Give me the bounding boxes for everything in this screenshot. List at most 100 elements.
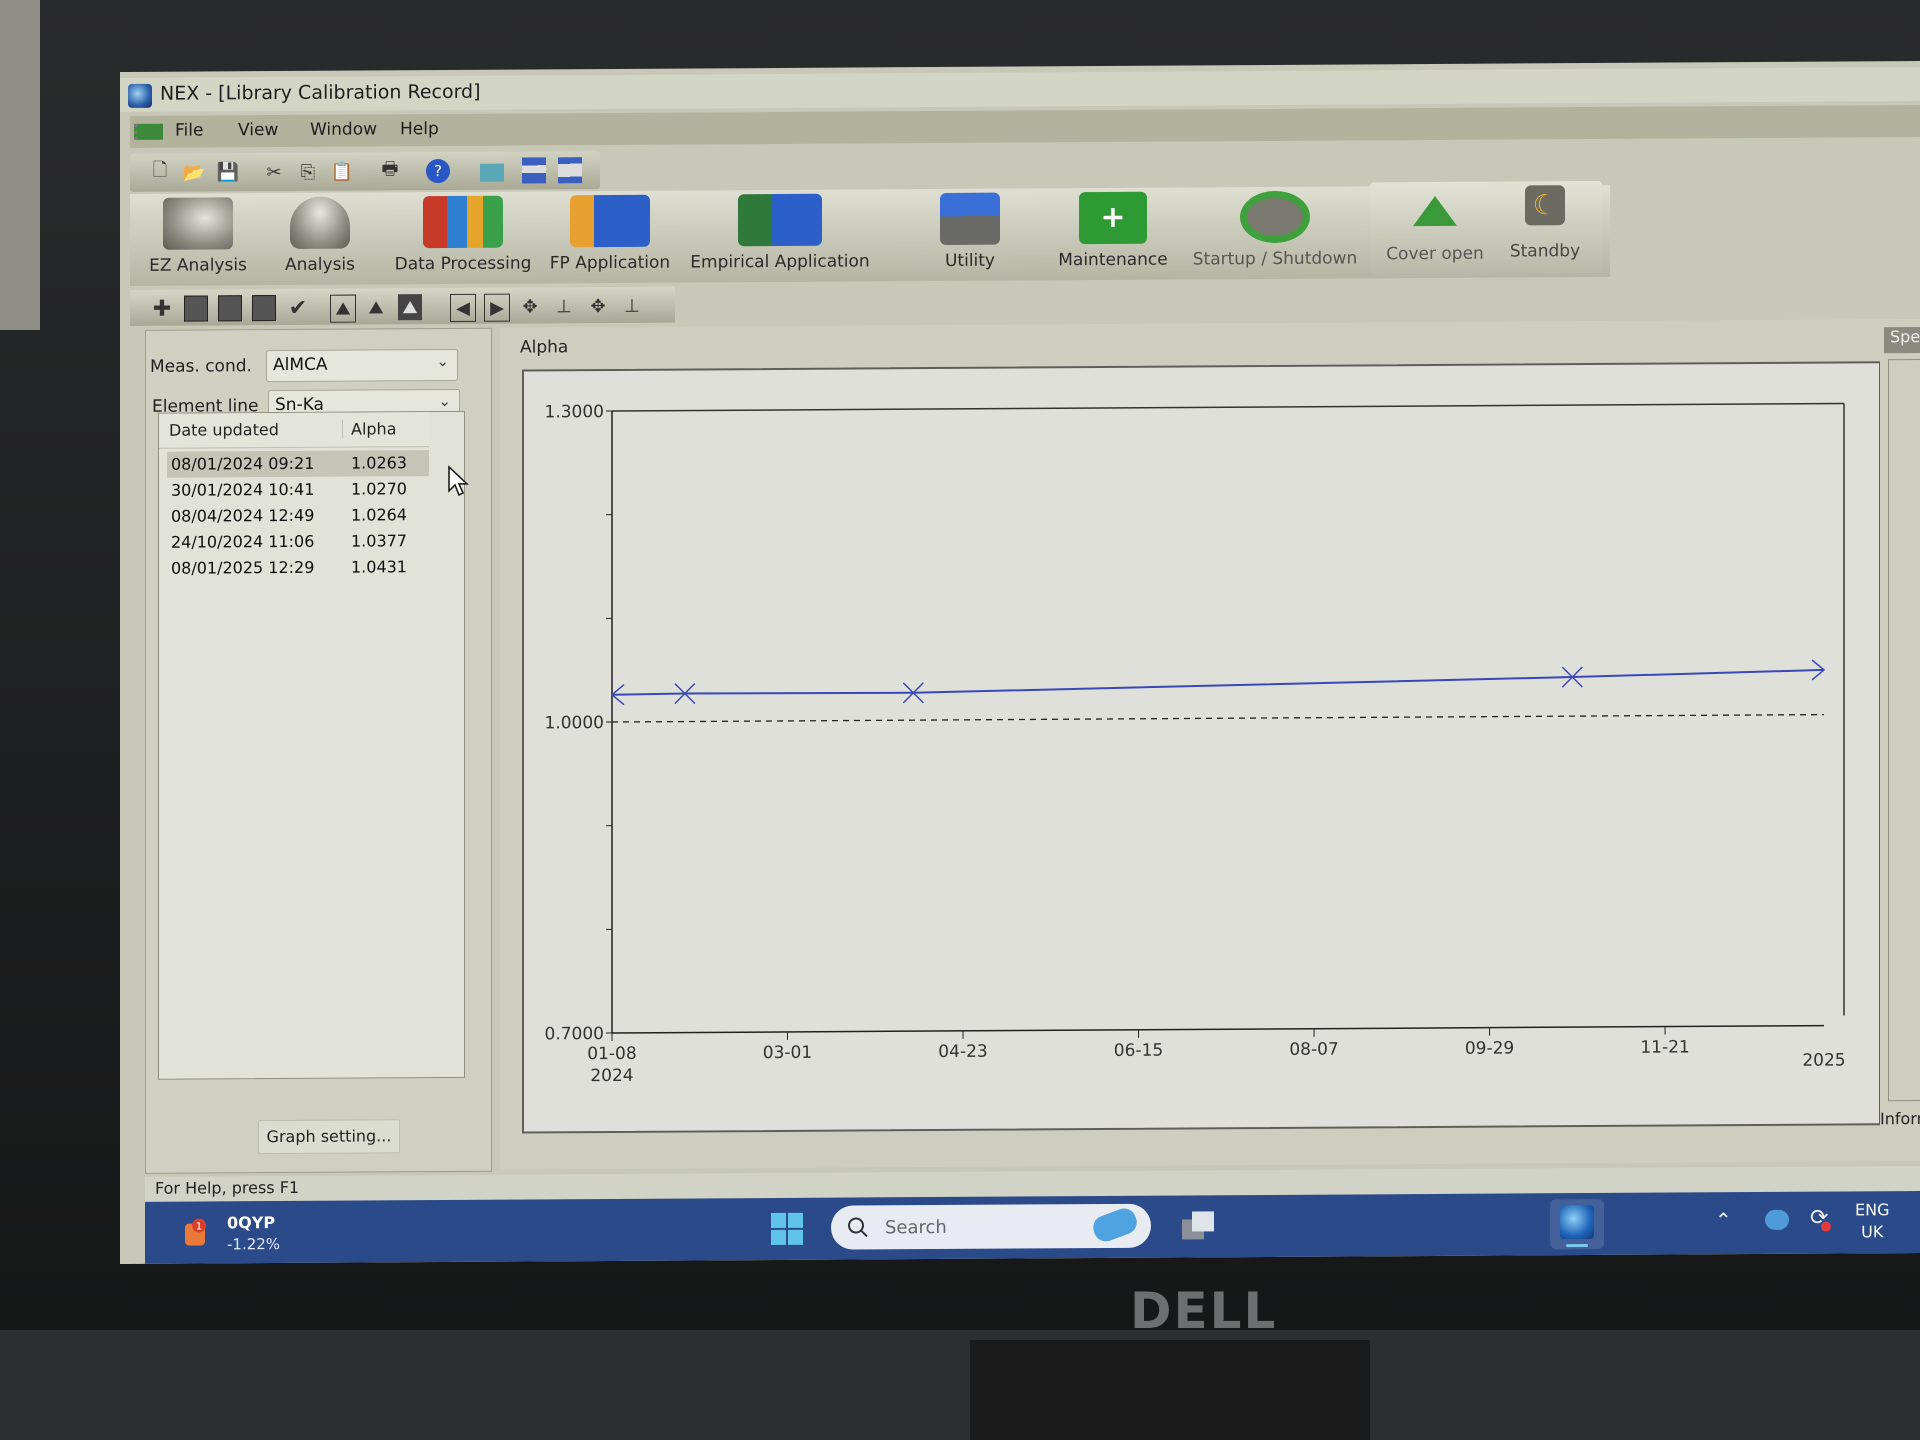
plot-top-border (612, 402, 1844, 412)
show-hidden-icons-chevron-icon[interactable]: ⌃ (1715, 1208, 1732, 1232)
move-down-icon[interactable]: ⊥ (552, 293, 576, 319)
taskbar-search-input[interactable]: Search (831, 1203, 1151, 1250)
maintenance-icon: + (1079, 191, 1147, 245)
meas-cond-label: Meas. cond. (150, 356, 252, 377)
status-text: For Help, press F1 (155, 1177, 300, 1198)
move-center-icon[interactable]: ✥ (586, 293, 610, 319)
cover-open-button[interactable]: Cover open (1380, 186, 1490, 273)
standard-toolbar: 🗋 📂 💾 ✂ ⎘ 📋 🖶 ? (130, 151, 600, 192)
menu-help[interactable]: Help (400, 119, 439, 139)
cascade-icon[interactable] (522, 157, 546, 184)
range-icon[interactable] (184, 295, 208, 322)
add-icon[interactable]: ✚ (150, 296, 174, 322)
table-header: Date updated Alpha (159, 412, 429, 449)
x-tick-label: 04-23 (938, 1042, 987, 1062)
peak-icon[interactable]: ⛰ (330, 294, 356, 323)
sync-error-badge (1821, 1221, 1831, 1232)
calibration-record-table[interactable]: Date updated Alpha 08/01/2024 09:21 1.02… (158, 410, 465, 1080)
save-icon[interactable]: 💾 (216, 159, 240, 185)
maintenance-button[interactable]: + Maintenance (1048, 191, 1178, 279)
table-row[interactable]: 24/10/2024 11:06 1.0377 (167, 528, 429, 556)
monitor-brand-logo: DELL (1130, 1282, 1278, 1340)
stock-symbol: 0QYP (227, 1213, 276, 1233)
move-left-icon[interactable]: ✥ (518, 293, 542, 319)
startup-shutdown-button[interactable]: Startup / Shutdown (1190, 190, 1360, 277)
information-label: Inform (1880, 1108, 1920, 1129)
utility-button[interactable]: Utility (920, 192, 1020, 280)
fp-application-button[interactable]: FP Application (545, 194, 675, 282)
graph-toolbar: ✚ ✔ ⛰ ⛰ ⛰ ◀ ▶ ✥ ⊥ ✥ ⊥ (130, 286, 675, 326)
record-list-panel: Meas. cond. AlMCA ⌄ Element line Sn-Ka ⌄… (145, 327, 492, 1174)
onedrive-icon[interactable] (1765, 1209, 1789, 1230)
x-tick-label: 09-29 (1465, 1038, 1514, 1058)
next-icon[interactable]: ▶ (484, 293, 510, 322)
background-wall (0, 0, 40, 330)
table-row[interactable]: 08/04/2024 12:49 1.0264 (167, 502, 429, 530)
mdi-child-icon[interactable] (134, 123, 163, 140)
instrument-toolbar: Cover open ☾ Standby (1370, 180, 1602, 275)
spectrum-panel: Spe Inform (1880, 318, 1920, 1162)
chart-area[interactable]: 1.3000 1.0000 0.7000 01-08 2024 03-01 04-23 06-… (522, 361, 1881, 1134)
meas-cond-select[interactable]: AlMCA ⌄ (266, 348, 458, 383)
x-tick-label: 03-01 (763, 1043, 812, 1063)
eject-icon (1413, 195, 1457, 227)
column-header-date[interactable]: Date updated (169, 420, 279, 440)
chart-title: Alpha (520, 337, 569, 358)
desk (0, 1330, 1920, 1440)
x-tick-label: 11-21 (1640, 1037, 1689, 1057)
menu-file[interactable]: File (175, 120, 203, 140)
help-icon[interactable]: ? (426, 158, 450, 184)
empirical-application-icon (738, 193, 822, 247)
series-line (611, 668, 1825, 696)
stock-change: -1.22% (227, 1235, 281, 1254)
analysis-button[interactable]: Analysis (260, 196, 380, 283)
task-view-icon[interactable] (1180, 1209, 1216, 1241)
table-row[interactable]: 30/01/2024 10:41 1.0270 (167, 476, 429, 504)
peak-id-icon[interactable]: ⛰ (398, 294, 422, 321)
utility-icon (940, 192, 1000, 245)
monitor-stand (970, 1340, 1370, 1440)
windows-start-icon[interactable] (770, 1212, 804, 1246)
prev-icon[interactable]: ◀ (450, 293, 476, 322)
screen: NEX - [Library Calibration Record] File … (120, 61, 1920, 1265)
power-icon (1240, 190, 1310, 244)
new-file-icon[interactable]: 🗋 (148, 160, 172, 186)
ez-analysis-button[interactable]: EZ Analysis (138, 197, 258, 284)
tab-spectrum[interactable]: Spe (1884, 326, 1920, 354)
cut-icon[interactable]: ✂ (262, 159, 286, 185)
search-icon (848, 1217, 868, 1238)
taskbar-nex-app[interactable] (1550, 1198, 1604, 1250)
reference-line (612, 713, 1824, 723)
check-icon[interactable]: ✔ (286, 295, 310, 321)
x-tick-label: 01-08 (587, 1044, 636, 1064)
language-indicator[interactable]: ENG UK (1855, 1199, 1889, 1243)
table-row[interactable]: 08/01/2024 09:21 1.0263 (167, 450, 429, 478)
stock-badge: 1 (196, 1221, 202, 1232)
tile-icon[interactable] (558, 157, 582, 184)
table-row[interactable]: 08/01/2025 12:29 1.0431 (167, 554, 429, 582)
x-axis (612, 1024, 1824, 1034)
peak-baseline-icon[interactable]: ⛰ (364, 294, 388, 320)
empirical-application-button[interactable]: Empirical Application (685, 193, 875, 280)
y-tick-label: 1.0000 (545, 713, 604, 733)
chevron-down-icon: ⌄ (438, 391, 451, 411)
window-icon[interactable] (480, 163, 504, 182)
menu-window[interactable]: Window (310, 119, 377, 139)
print-icon[interactable]: 🖶 (378, 158, 402, 184)
slope-icon[interactable] (218, 295, 242, 322)
data-processing-button[interactable]: Data Processing (388, 195, 538, 282)
column-header-alpha[interactable]: Alpha (342, 419, 397, 439)
menu-bar: File View Window Help (130, 105, 1920, 148)
clear-icon[interactable] (252, 295, 276, 322)
standby-button[interactable]: ☾ Standby (1495, 185, 1595, 272)
stock-widget-icon[interactable]: 1 (175, 1217, 209, 1247)
menu-view[interactable]: View (238, 120, 278, 140)
mouse-cursor-icon (448, 465, 469, 496)
paste-icon[interactable]: 📋 (330, 159, 354, 185)
x-tick-label: 06-15 (1114, 1041, 1163, 1061)
window-title: NEX - [Library Calibration Record] (160, 80, 481, 105)
copy-icon[interactable]: ⎘ (296, 159, 320, 185)
open-folder-icon[interactable]: 📂 (182, 159, 206, 185)
move-bottom-icon[interactable]: ⊥ (620, 293, 644, 319)
graph-setting-button[interactable]: Graph setting... (258, 1119, 400, 1155)
